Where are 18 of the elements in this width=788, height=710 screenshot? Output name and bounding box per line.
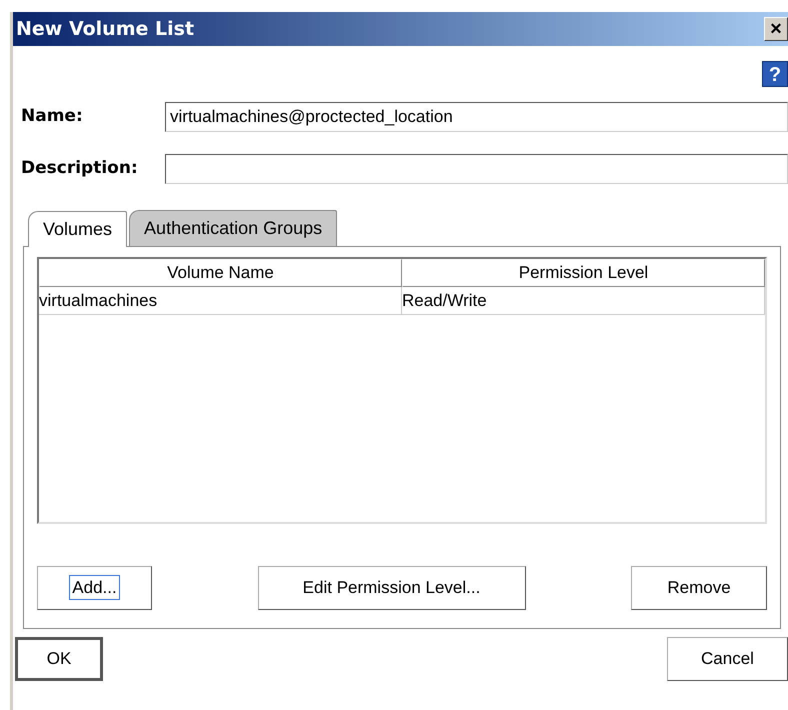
table-cell: virtualmachines	[39, 287, 402, 315]
close-button[interactable]: ×	[764, 17, 788, 41]
column-header[interactable]: Permission Level	[402, 259, 765, 287]
text-field[interactable]	[165, 154, 788, 184]
column-header[interactable]: Volume Name	[39, 259, 402, 287]
push-button[interactable]: Cancel	[667, 637, 788, 681]
text-field[interactable]: virtualmachines@proctected_location	[165, 102, 788, 132]
field-label: Name:	[20, 105, 84, 128]
push-button[interactable]: Add...	[37, 566, 152, 610]
push-button[interactable]: Remove	[631, 566, 767, 610]
help-button[interactable]: ?	[762, 61, 788, 87]
tab[interactable]: Volumes	[28, 211, 128, 247]
tab[interactable]: Authentication Groups	[129, 210, 338, 246]
table-cell: Read/Write	[402, 287, 765, 315]
push-button[interactable]: Edit Permission Level...	[258, 566, 526, 610]
field-label: Description:	[20, 157, 139, 180]
push-button[interactable]: OK	[15, 637, 103, 681]
window-title: New Volume List	[16, 16, 194, 42]
